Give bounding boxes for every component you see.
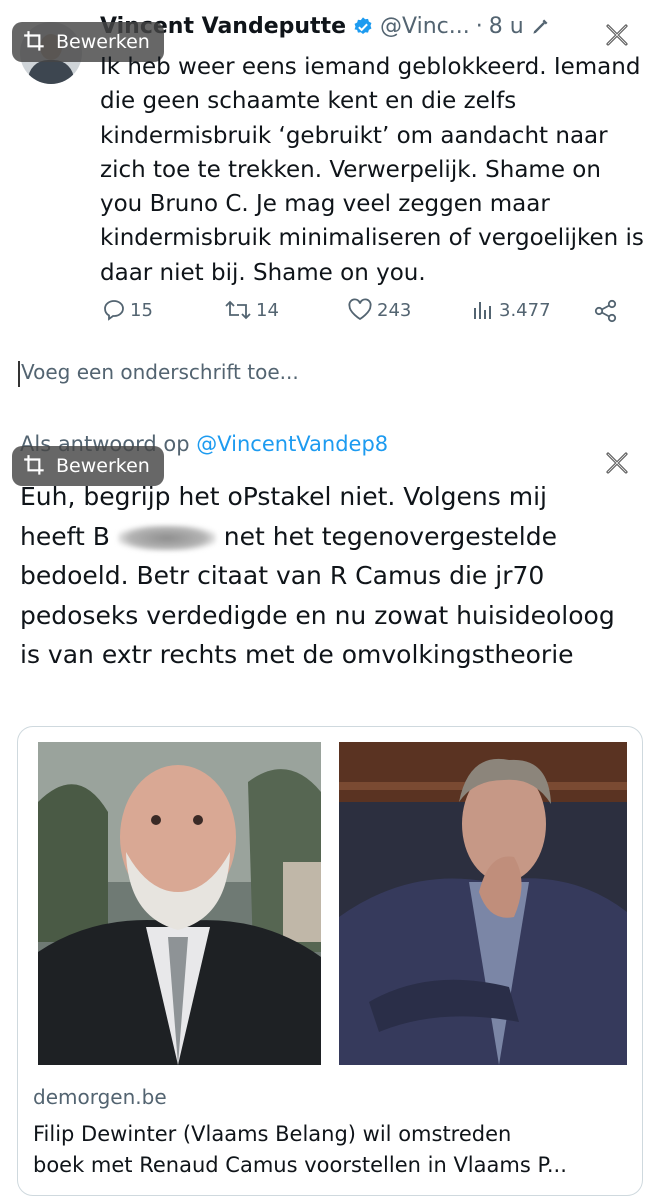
reply-icon bbox=[104, 300, 124, 321]
tweet-text: Ik heb weer eens iemand geblokkeerd. Iem… bbox=[100, 54, 644, 286]
remove-image-close-icon[interactable] bbox=[602, 20, 632, 50]
reply-text: Euh, begrijp het oPstakel niet. Volgens … bbox=[20, 477, 640, 675]
verified-badge-icon bbox=[354, 16, 372, 34]
link-domain: demorgen.be bbox=[33, 1085, 167, 1109]
crop-icon bbox=[24, 455, 44, 475]
bearded-man-photo bbox=[38, 742, 321, 1065]
man-in-suit-photo bbox=[339, 742, 627, 1065]
tweet-actions: 15 14 243 3.477 bbox=[0, 296, 659, 330]
reply-button[interactable]: 15 bbox=[102, 298, 153, 322]
views-bar-chart-icon bbox=[474, 302, 491, 319]
link-title: Filip Dewinter (Vlaams Belang) wil omstr… bbox=[33, 1122, 567, 1177]
reply-line-rest: bedoeld. Betr citaat van R Camus die jr7… bbox=[20, 561, 615, 669]
heart-icon bbox=[348, 298, 372, 321]
share-icon bbox=[594, 299, 617, 323]
remove-image-close-icon-2[interactable] bbox=[602, 448, 632, 478]
share-button[interactable] bbox=[593, 298, 619, 324]
retweet-icon bbox=[225, 300, 251, 320]
link-preview-card[interactable]: demorgen.be Filip Dewinter (Vlaams Belan… bbox=[17, 726, 643, 1196]
views-button[interactable]: 3.477 bbox=[471, 298, 551, 322]
crop-icon bbox=[24, 31, 44, 51]
tweet-time[interactable]: 8 u bbox=[489, 14, 524, 39]
separator-dot: · bbox=[475, 14, 483, 39]
retweet-count: 14 bbox=[256, 299, 279, 321]
author-handle[interactable]: @Vinc... bbox=[380, 14, 470, 39]
like-count: 243 bbox=[377, 299, 412, 321]
text-cursor bbox=[18, 360, 20, 387]
redacted-name-blur bbox=[117, 524, 216, 551]
article-photo-left bbox=[38, 742, 321, 1065]
reply-line-2: heeft B net het tegenovergestelde bbox=[20, 521, 557, 551]
retweet-button[interactable]: 14 bbox=[224, 298, 279, 322]
like-button[interactable]: 243 bbox=[347, 298, 411, 322]
reply-count: 15 bbox=[130, 299, 153, 321]
reply-mention-link[interactable]: @VincentVandep8 bbox=[196, 432, 388, 456]
caption-input[interactable]: Voeg een onderschrift toe... bbox=[18, 360, 299, 387]
article-photo-right bbox=[339, 742, 627, 1065]
views-count: 3.477 bbox=[499, 299, 551, 321]
reply-line-1: Euh, begrijp het oPstakel niet. Volgens … bbox=[20, 482, 547, 511]
caption-placeholder: Voeg een onderschrift toe... bbox=[21, 360, 299, 384]
edited-pencil-icon bbox=[532, 19, 548, 34]
tweet-header: Vincent Vandeputte @Vinc... · 8 u bbox=[100, 14, 550, 39]
edit-button-label: Bewerken bbox=[56, 455, 150, 477]
